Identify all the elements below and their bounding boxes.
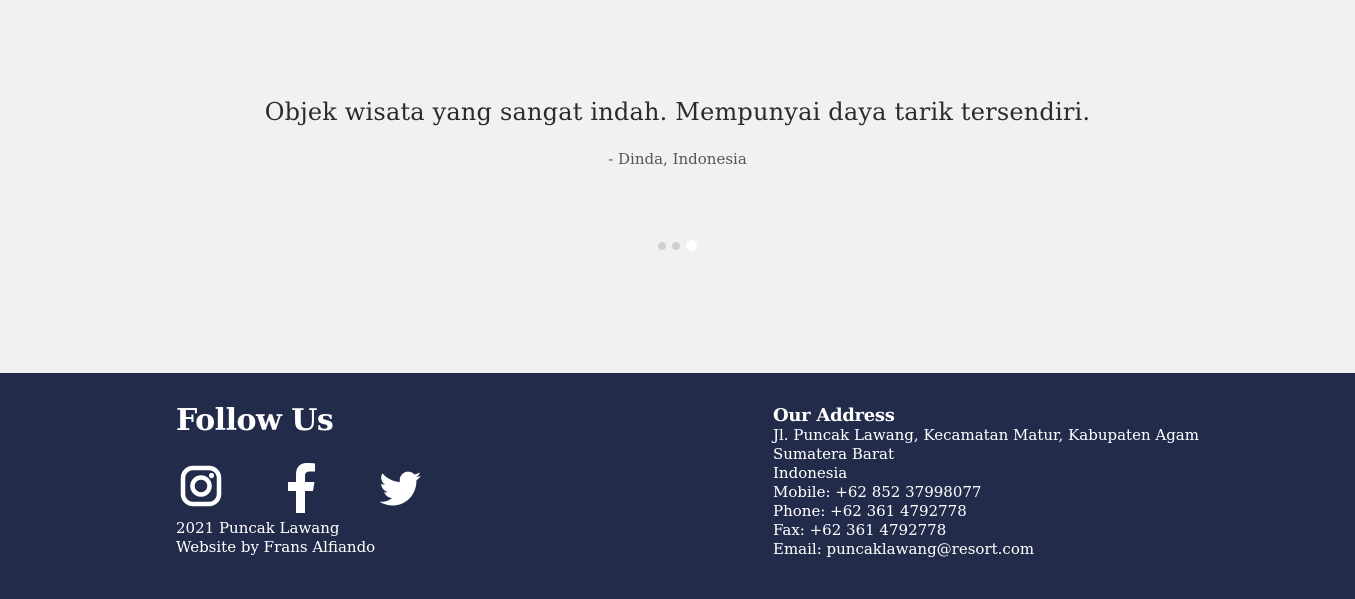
address-heading: Our Address	[773, 405, 895, 426]
facebook-icon	[288, 463, 315, 513]
contact-fax: Fax: +62 361 4792778	[773, 521, 947, 539]
testimonial-author: - Dinda, Indonesia	[608, 150, 747, 168]
instagram-icon	[180, 465, 222, 507]
carousel-dot-1[interactable]	[658, 241, 666, 250]
address-province: Sumatera Barat	[773, 445, 894, 463]
twitter-link[interactable]	[380, 471, 422, 507]
contact-mobile: Mobile: +62 852 37998077	[773, 483, 982, 501]
carousel-dot-2[interactable]	[672, 241, 680, 250]
site-footer: Follow Us 2021 Puncak Lawang Website by …	[0, 373, 1355, 599]
follow-us-heading: Follow Us	[176, 403, 334, 438]
contact-email[interactable]: Email: puncaklawang@resort.com	[773, 540, 1199, 559]
footer-copyright-block: 2021 Puncak Lawang Website by Frans Alfi…	[176, 519, 375, 557]
contact-phone: Phone: +62 361 4792778	[773, 502, 967, 520]
testimonial-section: Objek wisata yang sangat indah. Mempunya…	[0, 0, 1355, 373]
address-country: Indonesia	[773, 464, 848, 482]
address-street: Jl. Puncak Lawang, Kecamatan Matur, Kabu…	[773, 426, 1199, 444]
address-block: Our Address Jl. Puncak Lawang, Kecamatan…	[773, 406, 1199, 559]
facebook-link[interactable]	[286, 463, 316, 513]
credit-text: Website by Frans Alfiando	[176, 538, 376, 556]
copyright-text: 2021 Puncak Lawang	[176, 519, 340, 537]
instagram-link[interactable]	[180, 465, 222, 507]
testimonial-quote: Objek wisata yang sangat indah. Mempunya…	[264, 98, 1091, 126]
carousel-dot-3[interactable]	[686, 240, 697, 251]
twitter-icon	[380, 471, 422, 506]
carousel-dots	[0, 240, 1355, 251]
